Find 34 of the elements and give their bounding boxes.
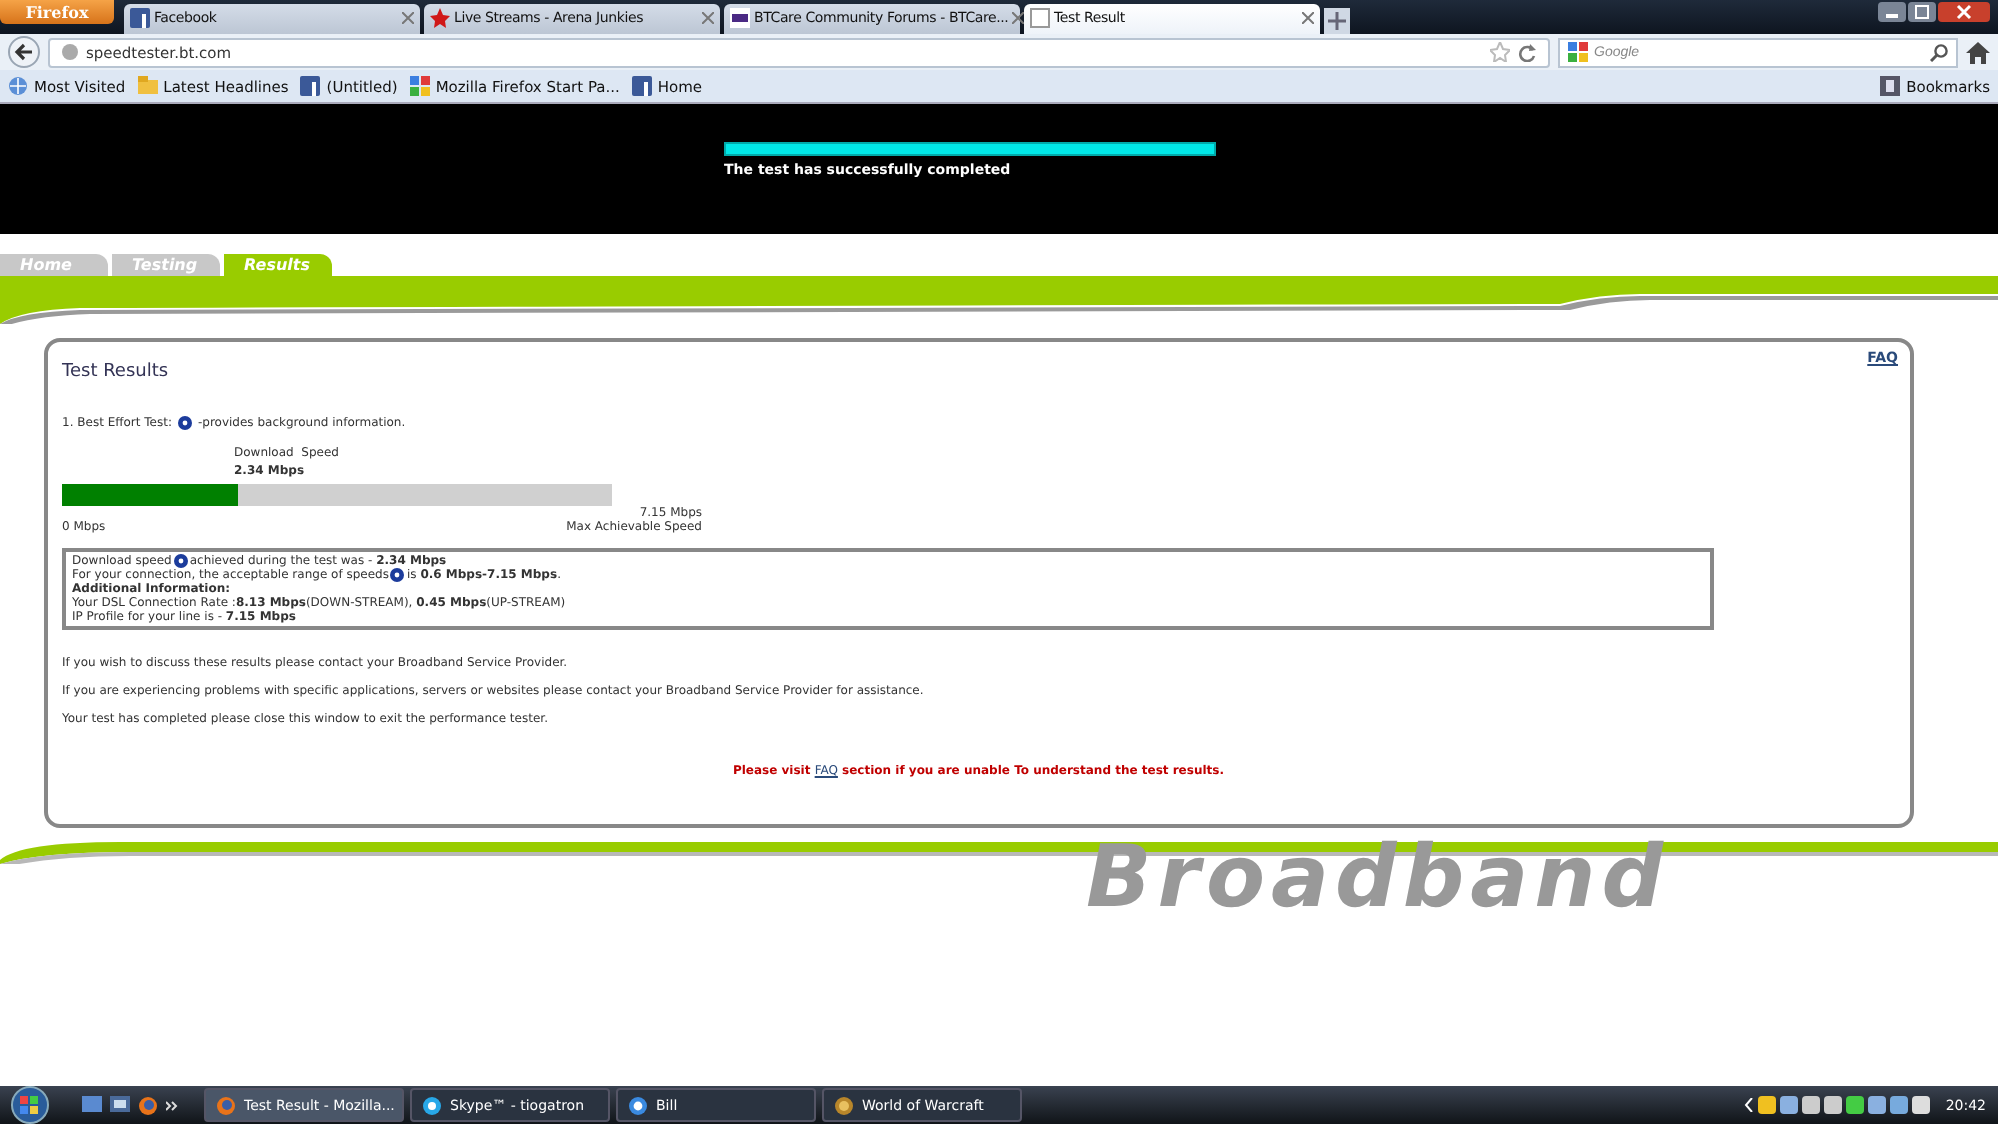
help-icon[interactable] [390,568,405,583]
window-controls[interactable] [1878,2,1990,22]
window-switch-icon[interactable] [110,1095,130,1115]
back-icon[interactable] [8,36,40,69]
help-icon[interactable] [173,554,188,569]
star-icon [430,8,450,29]
square-icon [300,76,321,97]
home-icon[interactable] [1966,41,1990,64]
grid-icon [409,76,430,97]
coin-icon [834,1095,854,1115]
page-icon [1030,8,1050,29]
fox-icon[interactable] [138,1095,158,1115]
square-icon [130,8,150,29]
desktop-icon[interactable] [82,1095,102,1115]
help-icon[interactable] [177,416,192,431]
folder-icon [137,76,158,97]
results-title: Test Results [62,362,169,383]
circle-icon [422,1095,442,1115]
chat-icon [628,1095,648,1115]
start-button[interactable] [8,1086,52,1124]
search-icon[interactable] [1930,43,1948,62]
fox-icon [216,1095,236,1115]
new-tab-icon[interactable] [1324,7,1350,34]
brand-wordmark: Broadband [1086,828,1670,928]
square-icon [631,76,652,97]
chevron-icon[interactable] [166,1099,178,1111]
grid-icon[interactable] [1568,42,1588,63]
close-icon[interactable] [1012,12,1025,25]
reload-icon[interactable] [1518,43,1536,62]
minimize-icon[interactable] [1878,2,1906,22]
maximize-icon[interactable] [1908,2,1936,22]
logo-icon [730,8,750,29]
star-icon[interactable] [1490,42,1510,63]
bookmarks-icon [1880,76,1901,97]
